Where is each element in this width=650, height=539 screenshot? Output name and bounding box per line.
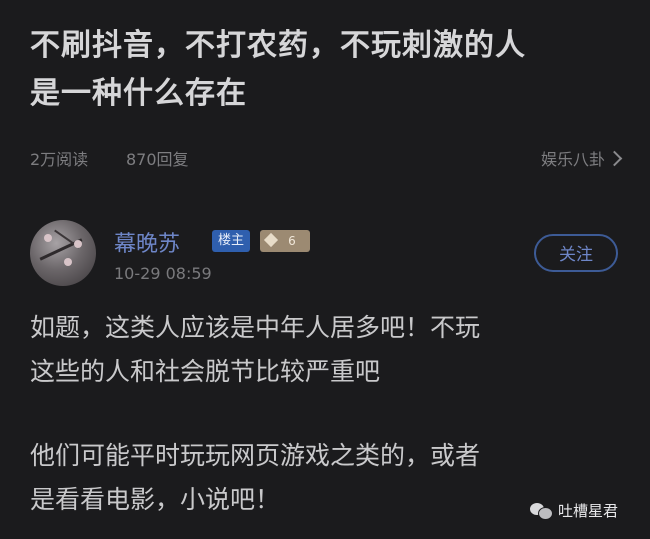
category-label: 娱乐八卦 [540,150,605,169]
post-content: 如题，这类人应该是中年人居多吧！不玩 这些的人和社会脱节比较严重吧 他们可能平时… [30,306,630,522]
level-badge: 6 [260,230,310,252]
content-line: 这些的人和社会脱节比较严重吧 [30,357,381,386]
post-meta: 2万阅读 870回复 娱乐八卦 [30,146,623,170]
follow-button[interactable]: 关注 [534,234,618,272]
post-title-line1: 不刷抖音，不打农药，不玩刺激的人 [30,28,526,63]
post-title-line2: 是一种什么存在 [30,76,247,111]
level-value: 6 [288,234,296,248]
author-row: 幕晚苏 楼主 6 10-29 08:59 关注 [30,220,620,290]
reply-count: 870回复 [126,150,189,169]
post-title: 不刷抖音，不打农药，不玩刺激的人 是一种什么存在 [30,22,630,118]
chevron-right-icon [606,150,623,167]
host-badge: 楼主 [212,230,250,252]
watermark-text: 吐槽星君 [558,502,619,520]
author-name[interactable]: 幕晚苏 [114,226,180,258]
wechat-icon [530,501,553,520]
category-link[interactable]: 娱乐八卦 [540,146,623,170]
post-timestamp: 10-29 08:59 [114,264,212,283]
avatar[interactable] [30,220,96,286]
content-line: 如题，这类人应该是中年人居多吧！不玩 [30,313,481,342]
read-count: 2万阅读 [30,150,89,169]
level-gem-icon [263,232,279,248]
content-line: 他们可能平时玩玩网页游戏之类的，或者 [30,441,481,470]
